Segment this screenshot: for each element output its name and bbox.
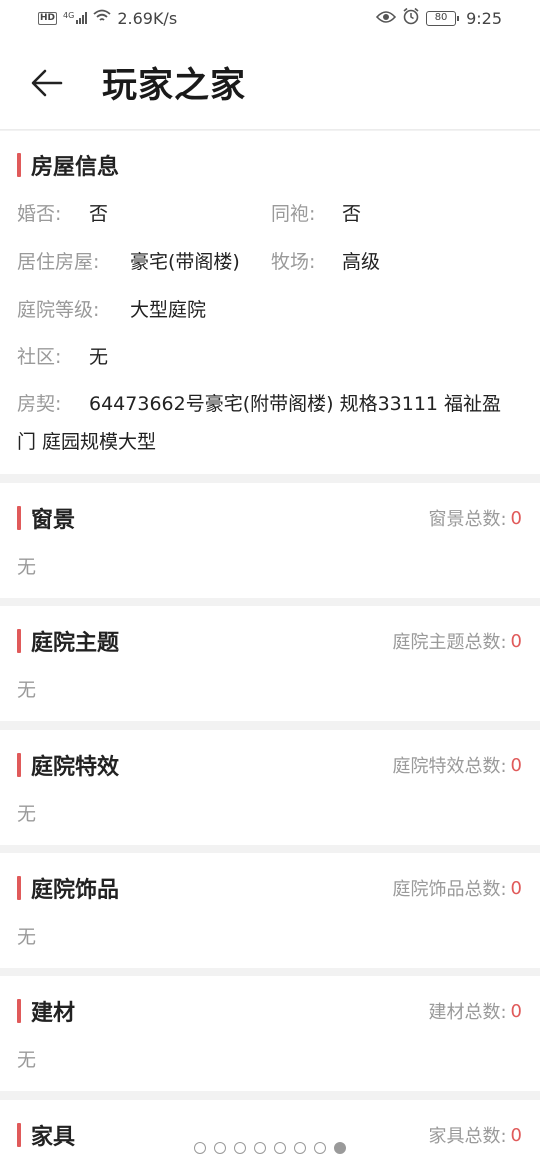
yard-effect-card: 庭院特效 庭院特效总数: 0 无: [0, 730, 540, 845]
empty-placeholder: 无: [17, 556, 37, 578]
section-title: 庭院特效: [0, 749, 119, 781]
yard-level-label: 庭院等级:: [17, 299, 100, 321]
total-count-label: 窗景总数:: [428, 509, 507, 530]
total-count: 建材总数: 0: [428, 998, 540, 1024]
section-title-text: 庭院饰品: [31, 878, 120, 903]
signal-icon: 4G: [63, 12, 88, 24]
page-dot[interactable]: [214, 1142, 226, 1154]
married-label: 婚否:: [17, 203, 62, 225]
page-dot[interactable]: [254, 1142, 266, 1154]
alarm-icon: [402, 7, 420, 29]
section-title: 窗景: [0, 502, 75, 534]
married-value: 否: [89, 203, 109, 225]
total-count-value: 0: [510, 630, 522, 652]
back-button[interactable]: [22, 58, 72, 108]
section-title-text: 房屋信息: [31, 155, 120, 180]
app-bar: 玩家之家: [0, 36, 540, 130]
total-count-label: 庭院饰品总数:: [392, 879, 507, 900]
ranch-value: 高级: [342, 251, 381, 273]
total-count: 窗景总数: 0: [428, 505, 540, 531]
building-material-card: 建材 建材总数: 0 无: [0, 976, 540, 1091]
community-row: 社区: 无: [17, 342, 108, 369]
page-title: 玩家之家: [102, 66, 247, 106]
empty-placeholder: 无: [17, 803, 37, 825]
page-dot[interactable]: [274, 1142, 286, 1154]
total-count-label: 建材总数:: [428, 1002, 507, 1023]
accent-bar: [17, 153, 21, 177]
section-title-text: 庭院主题: [31, 631, 120, 656]
community-label: 社区:: [17, 346, 62, 368]
hd-badge: HD: [38, 11, 58, 25]
ranch-label: 牧场:: [271, 251, 316, 273]
window-view-card: 窗景 窗景总数: 0 无: [0, 483, 540, 598]
deed-row: 房契: 64473662号豪宅(附带阁楼) 规格33111 福祉盈门 庭园规模大型: [17, 385, 517, 461]
section-title: 房屋信息: [0, 149, 119, 181]
section-title-text: 建材: [31, 1001, 76, 1026]
residence-label: 居住房屋:: [17, 251, 100, 273]
deed-value: 64473662号豪宅(附带阁楼) 规格33111 福祉盈门 庭园规模大型: [17, 393, 502, 453]
section-title: 建材: [0, 995, 75, 1027]
total-count-label: 庭院特效总数:: [392, 756, 507, 777]
page-dot[interactable]: [294, 1142, 306, 1154]
yard-level-value: 大型庭院: [130, 299, 207, 321]
community-value: 无: [89, 346, 109, 368]
house-info-card: 房屋信息 婚否: 否 同袍: 否 居住房屋: 豪宅(带阁楼) 牧场: 高级 庭院…: [0, 131, 540, 474]
robe-label: 同袍:: [271, 203, 316, 225]
total-count-value: 0: [510, 507, 522, 529]
network-speed: 2.69K/s: [117, 8, 178, 28]
page-dot[interactable]: [234, 1142, 246, 1154]
deed-label: 房契:: [17, 393, 62, 415]
accent-bar: [17, 876, 21, 900]
empty-placeholder: 无: [17, 926, 37, 948]
total-count-value: 0: [510, 1000, 522, 1022]
total-count-value: 0: [510, 754, 522, 776]
accent-bar: [17, 753, 21, 777]
yard-theme-card: 庭院主题 庭院主题总数: 0 无: [0, 606, 540, 721]
total-count: 庭院主题总数: 0: [392, 628, 540, 654]
wifi-icon: [93, 9, 111, 27]
total-count-label: 庭院主题总数:: [392, 632, 507, 653]
residence-value: 豪宅(带阁楼): [130, 251, 240, 273]
section-title: 庭院饰品: [0, 872, 119, 904]
section-title: 庭院主题: [0, 625, 119, 657]
battery-icon: 80: [426, 10, 460, 26]
yard-ornament-card: 庭院饰品 庭院饰品总数: 0 无: [0, 853, 540, 968]
eye-icon: [375, 9, 397, 28]
furniture-card: 家具 家具总数: 0: [0, 1100, 540, 1170]
robe-value: 否: [342, 203, 362, 225]
yard-level-row: 庭院等级: 大型庭院: [17, 295, 206, 322]
married-row: 婚否: 否: [17, 199, 108, 226]
section-title-text: 窗景: [31, 508, 76, 533]
total-count: 庭院特效总数: 0: [392, 752, 540, 778]
total-count-value: 0: [510, 877, 522, 899]
residence-row: 居住房屋: 豪宅(带阁楼): [17, 247, 240, 274]
robe-row: 同袍: 否: [271, 199, 361, 226]
accent-bar: [17, 506, 21, 530]
section-title-text: 庭院特效: [31, 755, 120, 780]
clock-time: 9:25: [466, 8, 502, 28]
total-count: 庭院饰品总数: 0: [392, 875, 540, 901]
page-dot[interactable]: [194, 1142, 206, 1154]
empty-placeholder: 无: [17, 679, 37, 701]
empty-placeholder: 无: [17, 1049, 37, 1071]
status-bar: HD 4G 2.69K/s 80 9:25: [0, 0, 540, 36]
page-indicator[interactable]: [0, 1142, 540, 1154]
page-dot[interactable]: [314, 1142, 326, 1154]
accent-bar: [17, 629, 21, 653]
page-dot[interactable]: [334, 1142, 346, 1154]
accent-bar: [17, 999, 21, 1023]
ranch-row: 牧场: 高级: [271, 247, 380, 274]
arrow-left-icon: [31, 69, 63, 96]
